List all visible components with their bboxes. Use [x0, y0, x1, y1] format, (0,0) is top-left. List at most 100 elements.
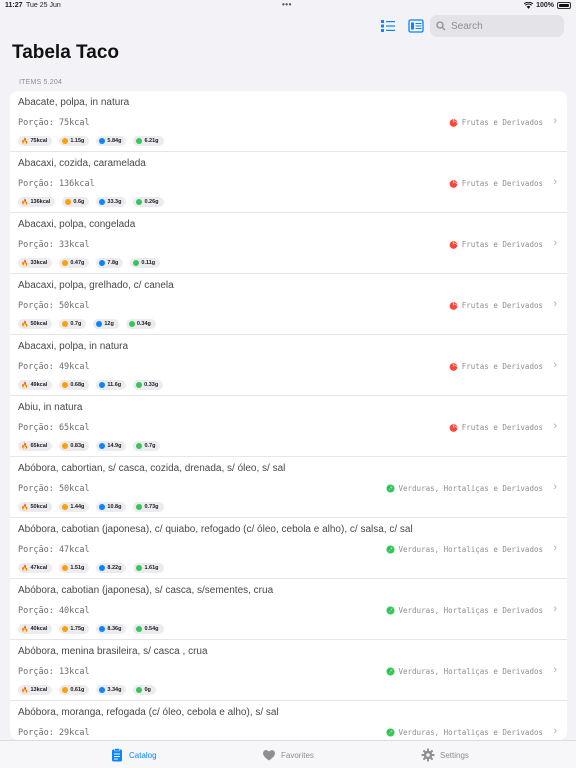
fat-chip: 1.61g: [133, 563, 164, 573]
carbs-dot-icon: [99, 382, 106, 388]
category-label: Verduras, Hortaliças e Derivados: [385, 728, 544, 737]
category-text: Frutas e Derivados: [461, 179, 543, 188]
apple-icon: [449, 179, 458, 188]
fat-value: 0.11g: [141, 260, 156, 266]
tab-favorites-label: Favorites: [281, 750, 314, 760]
clipboard-icon: [112, 748, 122, 762]
carbs-value: 33.3g: [107, 199, 122, 205]
carbs-chip: 8.22g: [96, 563, 127, 573]
fat-dot-icon: [128, 321, 135, 327]
category-label: Verduras, Hortaliças e Derivados: [385, 484, 544, 493]
protein-value: 0.47g: [70, 260, 85, 266]
status-bar: 11:27 Tue 25 Jun ••• 100%: [0, 0, 576, 12]
category-text: Verduras, Hortaliças e Derivados: [398, 484, 544, 493]
list-item[interactable]: Abacate, polpa, in natura Porção: 75kcal…: [10, 91, 567, 152]
page-title: Tabela Taco: [12, 42, 119, 63]
flame-icon: 🔥: [21, 443, 29, 450]
food-name: Abóbora, cabortian, s/ casca, cozida, dr…: [18, 463, 286, 474]
heart-icon: [263, 750, 275, 761]
category-text: Verduras, Hortaliças e Derivados: [398, 728, 544, 737]
category-label: Frutas e Derivados: [449, 423, 543, 432]
nutrient-chips: 🔥 50kcal 0.7g 12g 0.34g: [18, 319, 156, 329]
chevron-right-icon: ›: [553, 359, 557, 371]
category-label: Frutas e Derivados: [449, 301, 543, 310]
search-bar[interactable]: [430, 15, 564, 37]
chevron-right-icon: ›: [553, 542, 557, 554]
carbs-value: 14.9g: [107, 443, 122, 449]
protein-chip: 0.7g: [59, 319, 87, 329]
list-item[interactable]: Abacaxi, polpa, in natura Porção: 49kcal…: [10, 335, 567, 396]
carbs-value: 3.34g: [107, 687, 122, 693]
tab-settings[interactable]: Settings: [421, 748, 469, 762]
list-item[interactable]: Abacaxi, cozida, caramelada Porção: 136k…: [10, 152, 567, 213]
list-item[interactable]: Abóbora, menina brasileira, s/ casca , c…: [10, 640, 567, 701]
calories-chip: 🔥 47kcal: [18, 563, 53, 573]
category-text: Frutas e Derivados: [461, 301, 543, 310]
food-name: Abacaxi, polpa, congelada: [18, 219, 136, 230]
list-item[interactable]: Abacaxi, polpa, grelhado, c/ canela Porç…: [10, 274, 567, 335]
food-name: Abóbora, cabotian (japonesa), c/ quiabo,…: [18, 524, 413, 535]
list-item[interactable]: Abóbora, cabotian (japonesa), s/ casca, …: [10, 579, 567, 640]
category-text: Frutas e Derivados: [461, 240, 543, 249]
food-name: Abiu, in natura: [18, 402, 83, 413]
protein-dot-icon: [62, 687, 69, 693]
status-time: 11:27: [5, 2, 23, 9]
fat-value: 0.26g: [144, 199, 159, 205]
list-view-icon[interactable]: [380, 18, 396, 34]
calories-chip: 🔥 33kcal: [18, 258, 53, 268]
carbs-value: 5.84g: [107, 138, 122, 144]
fat-dot-icon: [136, 443, 143, 449]
calories-value: 33kcal: [30, 260, 48, 266]
list-item[interactable]: Abóbora, cabortian, s/ casca, cozida, dr…: [10, 457, 567, 518]
protein-chip: 1.15g: [59, 136, 90, 146]
carbs-chip: 8.36g: [96, 624, 127, 634]
carbs-chip: 12g: [93, 319, 119, 329]
chevron-right-icon: ›: [553, 176, 557, 188]
wifi-icon: [524, 2, 534, 9]
tab-favorites[interactable]: Favorites: [262, 748, 314, 762]
calories-chip: 🔥 40kcal: [18, 624, 53, 634]
category-label: Frutas e Derivados: [449, 362, 543, 371]
list-item[interactable]: Abóbora, cabotian (japonesa), c/ quiabo,…: [10, 518, 567, 579]
portion-text: Porção: 50kcal: [18, 484, 90, 494]
flame-icon: 🔥: [21, 504, 29, 511]
multitasking-dots[interactable]: •••: [282, 0, 292, 9]
category-text: Frutas e Derivados: [461, 362, 543, 371]
category-label: Verduras, Hortaliças e Derivados: [385, 545, 543, 554]
nutrient-chips: 🔥 65kcal 0.83g 14.9g 0.7g: [18, 441, 161, 451]
food-name: Abóbora, moranga, refogada (c/ óleo, ceb…: [18, 707, 279, 718]
chevron-right-icon: ›: [553, 115, 557, 127]
protein-dot-icon: [62, 382, 69, 388]
protein-dot-icon: [62, 565, 69, 571]
protein-dot-icon: [62, 443, 69, 449]
search-icon: [436, 21, 446, 31]
category-label: Verduras, Hortaliças e Derivados: [385, 606, 543, 615]
nutrient-chips: 🔥 47kcal 1.51g 8.22g 1.61g: [18, 563, 164, 573]
carbs-chip: 14.9g: [96, 441, 127, 451]
carbs-chip: 3.34g: [96, 685, 127, 695]
detail-view-icon[interactable]: [408, 18, 424, 34]
category-text: Verduras, Hortaliças e Derivados: [398, 667, 544, 676]
list-item[interactable]: Abóbora, moranga, refogada (c/ óleo, ceb…: [10, 701, 567, 740]
food-name: Abacate, polpa, in natura: [18, 97, 130, 108]
tab-catalog[interactable]: Catalog: [110, 748, 157, 762]
battery-percent: 100%: [536, 2, 554, 9]
portion-text: Porção: 50kcal: [18, 301, 90, 311]
list-item[interactable]: Abiu, in natura Porção: 65kcal Frutas e …: [10, 396, 567, 457]
search-input[interactable]: [451, 20, 551, 32]
chevron-right-icon: ›: [553, 725, 557, 737]
list-item[interactable]: Abacaxi, polpa, congelada Porção: 33kcal…: [10, 213, 567, 274]
fat-value: 6.21g: [144, 138, 159, 144]
portion-text: Porção: 13kcal: [18, 667, 90, 677]
protein-value: 1.75g: [70, 626, 85, 632]
nutrient-chips: 🔥 33kcal 0.47g 7.8g 0.11g: [18, 258, 161, 268]
nutrient-chips: 🔥 50kcal 1.44g 10.8g 0.73g: [18, 502, 164, 512]
portion-text: Porção: 75kcal: [18, 118, 90, 128]
flame-icon: 🔥: [21, 626, 29, 633]
apple-icon: [449, 423, 458, 432]
protein-chip: 1.75g: [59, 624, 90, 634]
fat-value: 0.54g: [144, 626, 159, 632]
category-label: Frutas e Derivados: [449, 240, 543, 249]
calories-value: 40kcal: [30, 626, 48, 632]
protein-chip: 0.47g: [59, 258, 90, 268]
